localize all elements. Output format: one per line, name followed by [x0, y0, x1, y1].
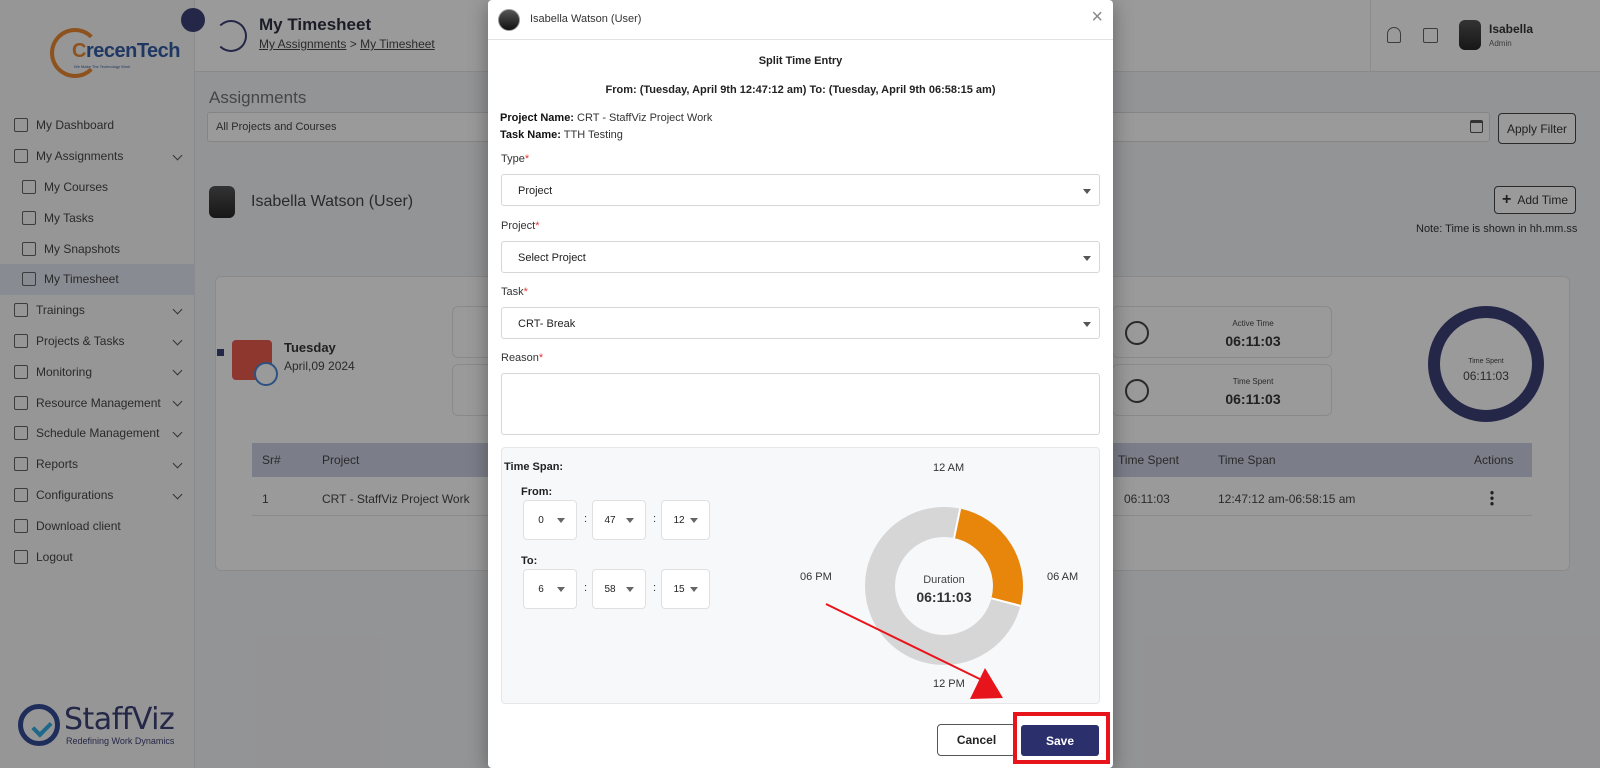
project-select[interactable]: Select Project: [501, 241, 1100, 273]
type-label: Type*: [501, 153, 530, 165]
chevron-down-icon: [626, 587, 634, 592]
modal-title: Split Time Entry: [758, 55, 843, 67]
chevron-down-icon: [690, 518, 698, 523]
to-hour-select[interactable]: 6: [523, 569, 577, 609]
project-name-info: Project Name: CRT - StaffViz Project Wor…: [500, 112, 713, 124]
clock-label-06am: 06 AM: [1047, 571, 1079, 583]
chevron-down-icon: [1083, 256, 1091, 261]
from-minute-select[interactable]: 47: [592, 500, 646, 540]
to-second-select[interactable]: 15: [661, 569, 710, 609]
clock-label-12pm: 12 PM: [933, 678, 965, 690]
chevron-down-icon: [690, 587, 698, 592]
duration-value: 06:11:03: [916, 589, 972, 605]
to-label: To:: [521, 555, 538, 567]
split-time-entry-modal: Isabella Watson (User) × Split Time Entr…: [488, 0, 1113, 768]
modal-user-avatar: [498, 9, 520, 31]
to-minute-select[interactable]: 58: [592, 569, 646, 609]
modal-user-name: Isabella Watson (User): [530, 13, 642, 25]
type-select[interactable]: Project: [501, 174, 1100, 206]
clock-svg: [865, 507, 1023, 665]
task-label: Task*: [501, 286, 528, 298]
clock-label-12am: 12 AM: [933, 462, 965, 474]
chevron-down-icon: [1083, 189, 1091, 194]
chevron-down-icon: [626, 518, 634, 523]
save-highlight-box: [1013, 712, 1110, 764]
clock-label-06pm: 06 PM: [800, 571, 832, 583]
from-label: From:: [521, 486, 553, 498]
time-span-title: Time Span:: [504, 461, 564, 473]
task-name-info: Task Name: TTH Testing: [500, 129, 623, 141]
cancel-button[interactable]: Cancel: [937, 724, 1016, 756]
close-icon[interactable]: ×: [1091, 7, 1103, 27]
chevron-down-icon: [1083, 322, 1091, 327]
time-range-text: From: (Tuesday, April 9th 12:47:12 am) T…: [605, 84, 996, 96]
project-label: Project*: [501, 220, 540, 232]
time-span-panel: Time Span: From: 0 : 47 : 12 To: 6 : 58 …: [501, 447, 1100, 704]
task-select[interactable]: CRT- Break: [501, 307, 1100, 339]
from-second-select[interactable]: 12: [661, 500, 710, 540]
from-hour-select[interactable]: 0: [523, 500, 577, 540]
chevron-down-icon: [557, 587, 565, 592]
reason-label: Reason*: [501, 352, 544, 364]
modal-header: Isabella Watson (User) ×: [488, 0, 1113, 40]
duration-label: Duration: [923, 574, 965, 586]
reason-textarea[interactable]: [501, 373, 1100, 435]
chevron-down-icon: [557, 518, 565, 523]
time-span-clock-chart[interactable]: Duration 06:11:03: [854, 496, 1034, 676]
